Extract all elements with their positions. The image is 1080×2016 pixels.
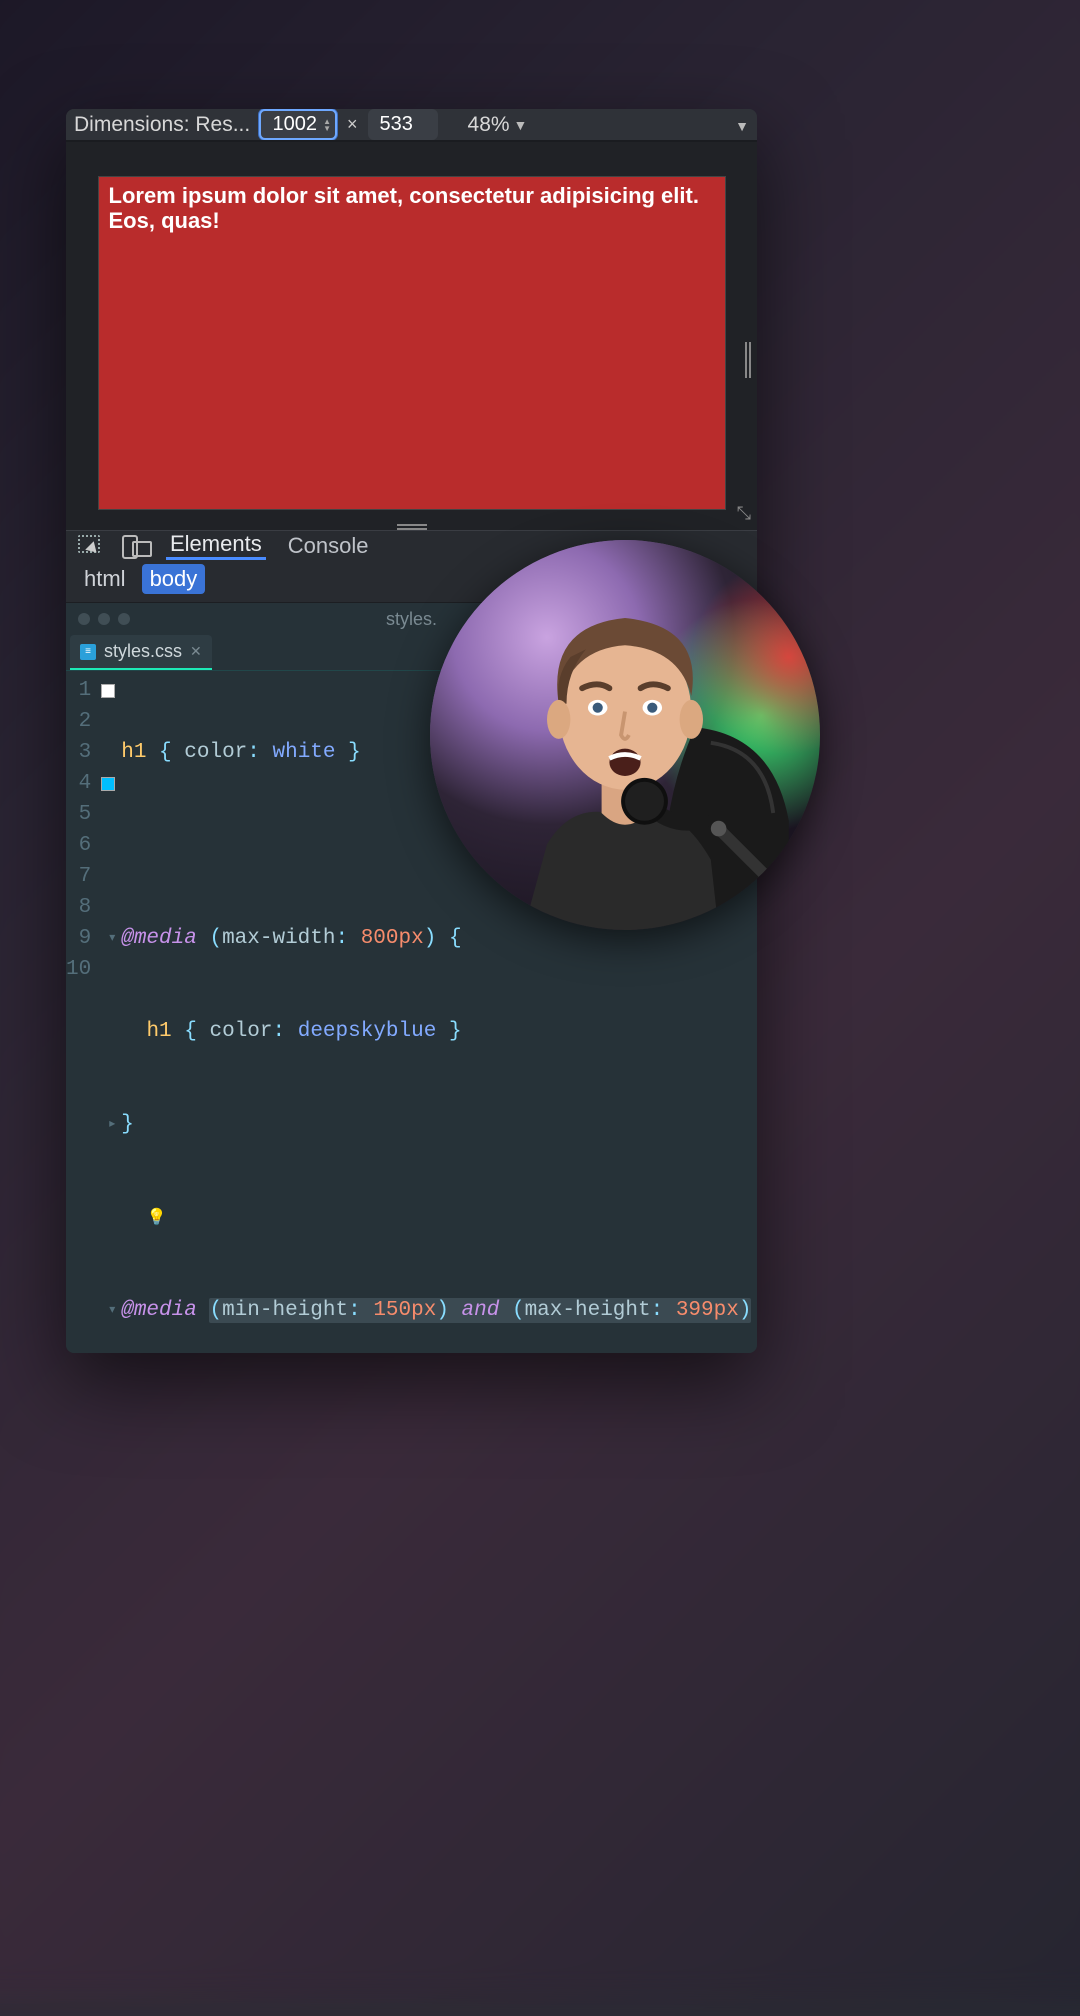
heading-text: Lorem ipsum dolor sit amet, consectetur …	[109, 183, 699, 233]
rendered-page[interactable]: Lorem ipsum dolor sit amet, consectetur …	[98, 176, 726, 510]
presenter-illustration	[430, 540, 820, 930]
line-gutter: 1 2 3 4 5 6 7 8 9 10	[66, 675, 101, 1353]
color-swatch-gutter	[101, 675, 115, 1353]
traffic-light-max[interactable]	[118, 613, 130, 625]
device-toolbar: Dimensions: Res... ▼ 1002 ▲▼ × 533 48% ▼…	[66, 109, 757, 140]
color-swatch-deepskyblue[interactable]	[101, 777, 115, 791]
resize-handle-horizontal[interactable]	[397, 524, 427, 530]
close-icon[interactable]: ✕	[190, 643, 202, 660]
chevron-down-icon: ▼	[514, 117, 528, 133]
height-input[interactable]: 533	[368, 109, 438, 140]
tab-console[interactable]: Console	[284, 531, 373, 560]
zoom-dropdown[interactable]: 48% ▼	[468, 113, 528, 137]
traffic-light-close[interactable]	[78, 613, 90, 625]
lightbulb-icon[interactable]: 💡	[146, 1209, 166, 1227]
dimension-separator: ×	[347, 114, 358, 135]
device-toggle-icon[interactable]	[122, 535, 148, 557]
traffic-light-min[interactable]	[98, 613, 110, 625]
breadcrumb-body[interactable]: body	[142, 564, 206, 594]
resize-handle-diagonal[interactable]: ⤡	[737, 503, 751, 524]
dimensions-dropdown[interactable]: Dimensions: Res... ▼	[74, 113, 249, 137]
tab-elements[interactable]: Elements	[166, 531, 266, 560]
more-options-dropdown[interactable]: ▼	[735, 113, 749, 137]
breadcrumb-html[interactable]: html	[76, 564, 134, 594]
editor-window-title: styles.	[386, 609, 437, 630]
chevron-down-icon: ▼	[735, 118, 749, 134]
dimensions-label: Dimensions: Res...	[74, 113, 249, 137]
stepper-icon[interactable]: ▲▼	[319, 113, 331, 136]
device-preview-area: Lorem ipsum dolor sit amet, consectetur …	[66, 142, 757, 530]
resize-handle-vertical[interactable]	[745, 342, 751, 378]
color-swatch-white[interactable]	[101, 684, 115, 698]
inspect-element-icon[interactable]	[78, 535, 104, 557]
webcam-overlay	[430, 540, 820, 930]
css-file-icon: ≡	[80, 644, 96, 660]
width-input[interactable]: 1002 ▲▼	[259, 109, 337, 140]
file-tab-styles[interactable]: ≡ styles.css ✕	[70, 635, 212, 670]
